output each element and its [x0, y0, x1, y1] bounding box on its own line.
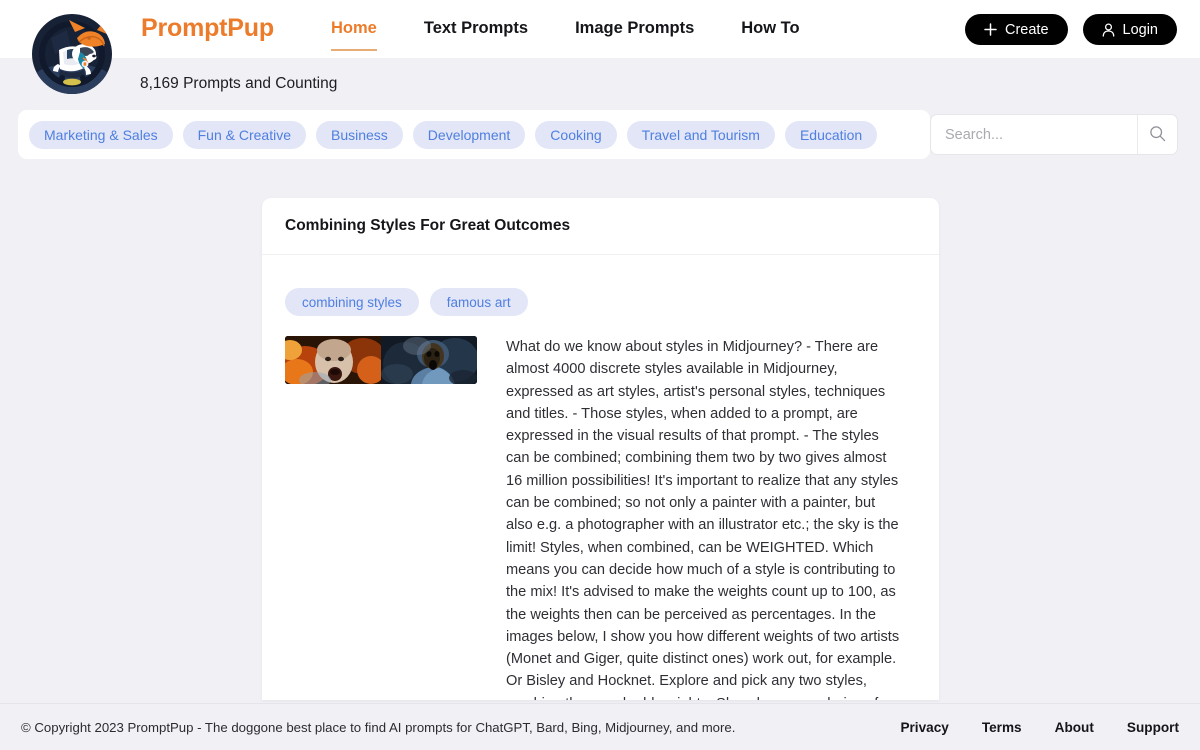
prompt-card-title: Combining Styles For Great Outcomes	[285, 217, 571, 234]
category-chip-marketing-sales[interactable]: Marketing & Sales	[29, 120, 173, 149]
prompt-card-header: Combining Styles For Great Outcomes	[262, 198, 939, 255]
prompt-tag-famous-art[interactable]: famous art	[429, 288, 528, 316]
site-header: PromptPup Home Text Prompts Image Prompt…	[0, 0, 1200, 58]
prompt-count: 8,169 Prompts and Counting	[140, 75, 338, 92]
header-actions: Create Login	[964, 14, 1177, 45]
prompt-tag-combining-styles[interactable]: combining styles	[285, 288, 419, 316]
category-chip-bar: Marketing & Sales Fun & Creative Busines…	[18, 110, 930, 159]
create-button-label: Create	[1004, 21, 1049, 38]
category-chip-development[interactable]: Development	[412, 120, 526, 149]
nav-item-home[interactable]: Home	[331, 20, 377, 51]
footer-link-support[interactable]: Support	[1127, 720, 1179, 735]
prompt-card-body: combining styles famous art What do we k…	[262, 255, 939, 700]
category-chip-business[interactable]: Business	[315, 120, 403, 149]
login-button-label: Login	[1122, 21, 1158, 38]
category-chip-travel-tourism[interactable]: Travel and Tourism	[626, 120, 775, 149]
prompt-card: Combining Styles For Great Outcomes comb…	[262, 198, 939, 700]
nav-item-image-prompts[interactable]: Image Prompts	[575, 20, 694, 39]
prompt-content-row: What do we know about styles in Midjourn…	[285, 316, 916, 700]
prompt-thumbnail[interactable]	[285, 336, 477, 384]
site-footer: © Copyright 2023 PromptPup - The doggone…	[0, 703, 1200, 750]
search-button[interactable]	[1137, 115, 1177, 154]
prompt-tag-row: combining styles famous art	[285, 255, 916, 316]
nav-item-how-to[interactable]: How To	[741, 20, 799, 39]
footer-link-about[interactable]: About	[1055, 720, 1094, 735]
footer-links: Privacy Terms About Support	[900, 720, 1179, 735]
category-chip-cooking[interactable]: Cooking	[535, 120, 617, 149]
plus-icon	[984, 23, 997, 36]
search-icon	[1149, 125, 1166, 145]
category-chip-fun-creative[interactable]: Fun & Creative	[182, 120, 306, 149]
nav-item-text-prompts[interactable]: Text Prompts	[424, 20, 528, 39]
main-nav: Home Text Prompts Image Prompts How To	[331, 0, 800, 58]
footer-copyright: © Copyright 2023 PromptPup - The doggone…	[21, 719, 736, 735]
footer-link-terms[interactable]: Terms	[982, 720, 1022, 735]
footer-link-privacy[interactable]: Privacy	[900, 720, 948, 735]
create-button[interactable]: Create	[964, 14, 1068, 45]
login-button[interactable]: Login	[1082, 14, 1177, 45]
brand-name[interactable]: PromptPup	[141, 14, 274, 43]
subheader: 8,169 Prompts and Counting	[0, 58, 1200, 110]
category-chip-education[interactable]: Education	[784, 120, 878, 149]
search-bar	[930, 114, 1178, 155]
user-icon	[1102, 22, 1115, 37]
search-input[interactable]	[931, 115, 1137, 154]
prompt-body-text: What do we know about styles in Midjourn…	[506, 339, 900, 700]
dog-skateboard-logo-icon[interactable]	[23, 2, 121, 100]
